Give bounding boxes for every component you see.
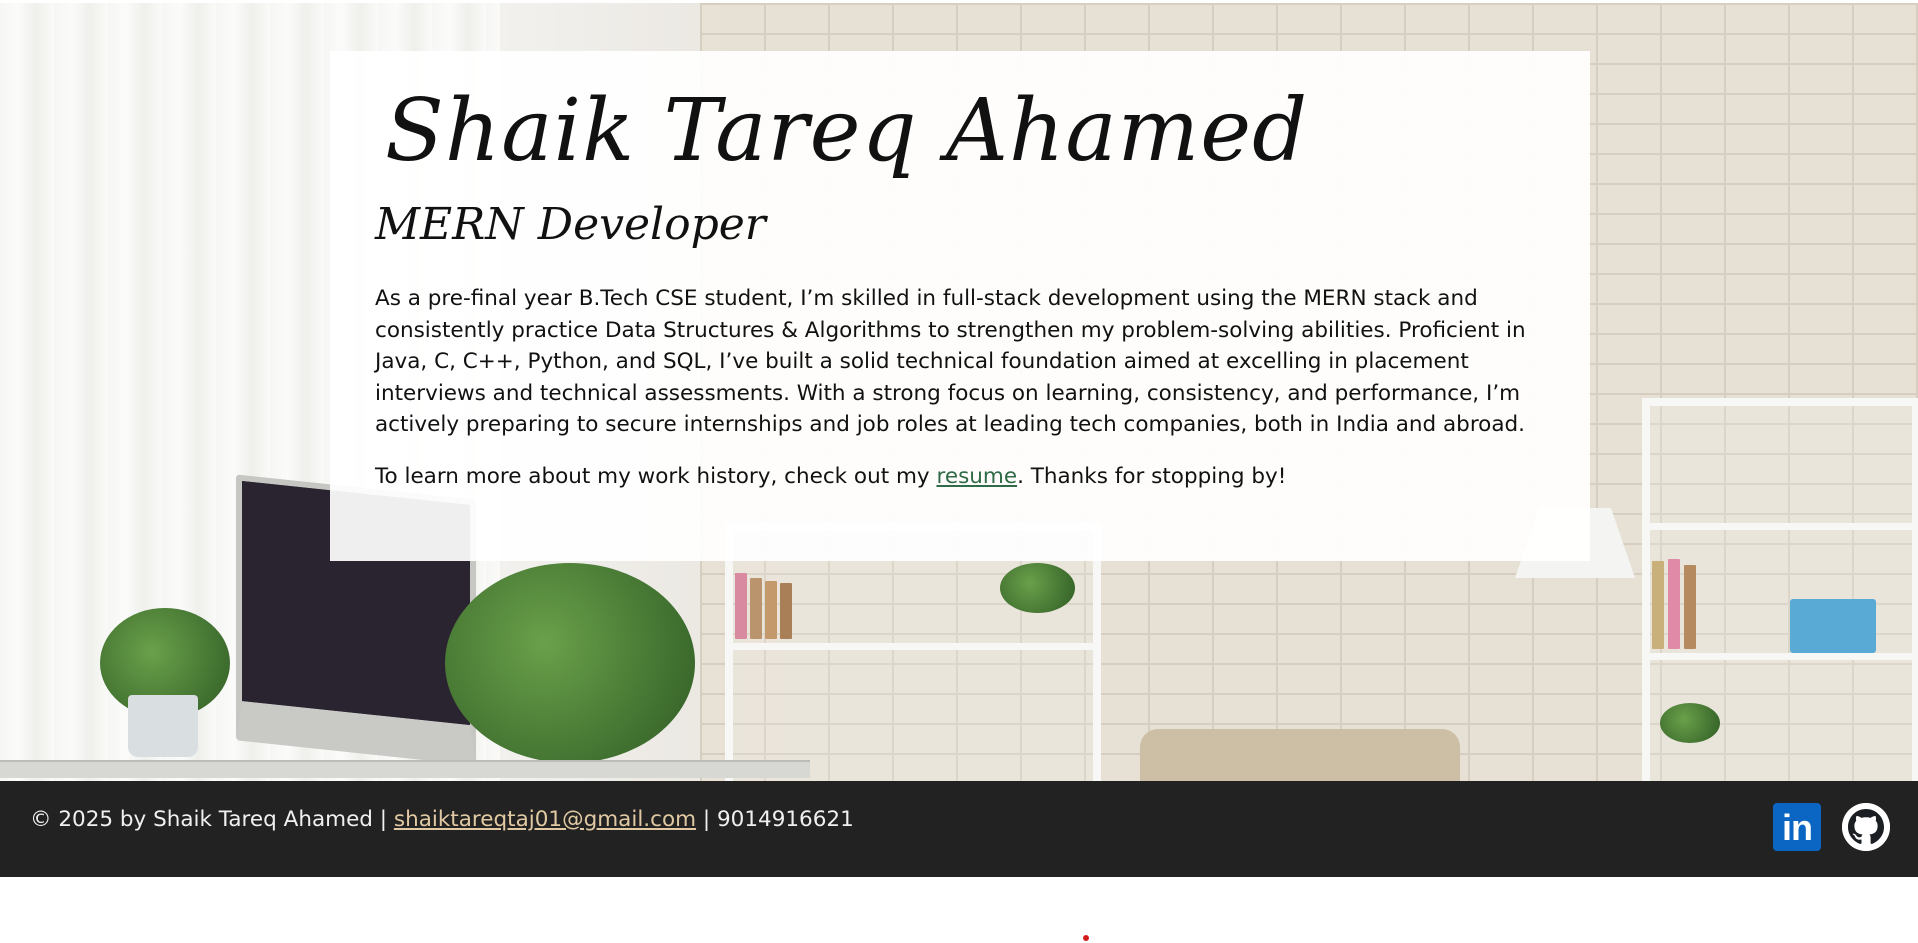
intro-card: Shaik Tareq Ahamed MERN Developer As a p…	[330, 51, 1590, 561]
role-subtitle: MERN Developer	[375, 199, 766, 250]
page-title: Shaik Tareq Ahamed	[385, 81, 1309, 181]
indicator-dot	[1083, 935, 1089, 941]
bookshelf-center	[725, 523, 1101, 781]
storage-box	[1790, 599, 1876, 653]
desk	[0, 760, 810, 778]
plant-pot	[128, 695, 198, 757]
github-icon[interactable]	[1842, 803, 1890, 851]
phone-number: 9014916621	[716, 807, 854, 832]
footer-separator: |	[696, 807, 717, 832]
footer-contact: © 2025 by Shaik Tareq Ahamed | shaiktare…	[30, 805, 854, 835]
shelf-plant	[1660, 703, 1720, 743]
shelf-board	[725, 643, 1101, 650]
hero-section: Shaik Tareq Ahamed MERN Developer As a p…	[0, 3, 1918, 781]
book	[1684, 565, 1696, 649]
shelf-board	[1642, 523, 1918, 530]
outro-paragraph: To learn more about my work history, che…	[375, 461, 1555, 493]
footer: © 2025 by Shaik Tareq Ahamed | shaiktare…	[0, 781, 1918, 877]
book	[1652, 561, 1664, 649]
email-link[interactable]: shaiktareqtaj01@gmail.com	[394, 807, 696, 832]
resume-link[interactable]: resume	[936, 464, 1017, 489]
book	[750, 578, 762, 639]
github-logo-svg	[1842, 803, 1890, 851]
large-plant	[445, 563, 695, 763]
book	[735, 573, 747, 639]
copyright-text: © 2025 by Shaik Tareq Ahamed |	[30, 807, 394, 832]
book	[765, 581, 777, 639]
outro-text-end: . Thanks for stopping by!	[1017, 464, 1287, 489]
book	[780, 583, 792, 639]
book	[1668, 559, 1680, 649]
shelf-plant	[1000, 563, 1075, 613]
linkedin-icon[interactable]: in	[1773, 803, 1821, 851]
shelf-board	[1642, 653, 1918, 660]
outro-text-start: To learn more about my work history, che…	[375, 464, 937, 489]
bio-paragraph: As a pre-final year B.Tech CSE student, …	[375, 286, 1526, 437]
sofa	[1140, 729, 1460, 781]
